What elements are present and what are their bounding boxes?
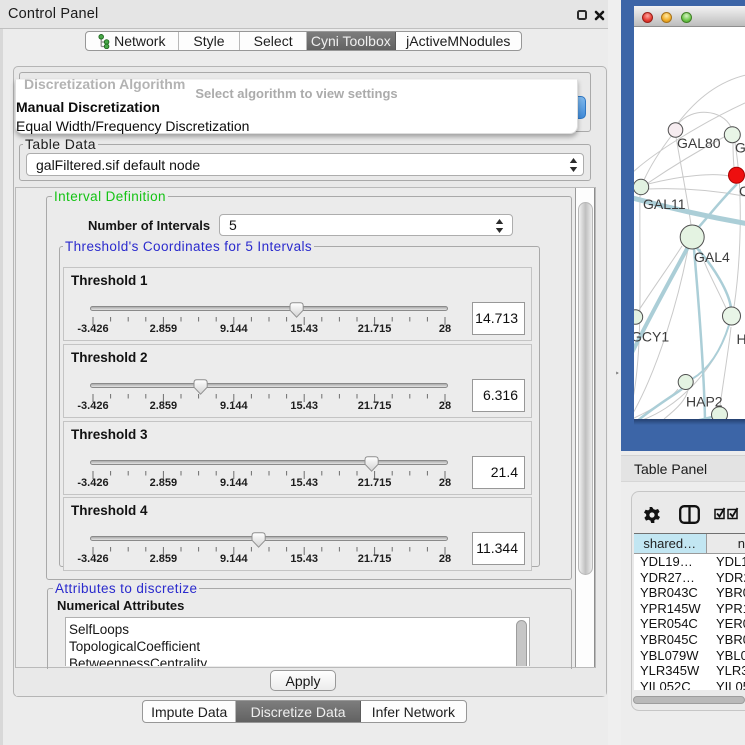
- svg-text:GAL80: GAL80: [677, 135, 721, 151]
- svg-text:G: G: [735, 140, 745, 156]
- svg-text:GAL4: GAL4: [694, 249, 730, 265]
- svg-text:HAP2: HAP2: [686, 394, 723, 410]
- svg-text:GAL11: GAL11: [643, 196, 686, 212]
- svg-text:H: H: [737, 331, 745, 347]
- svg-text:GCY1: GCY1: [634, 329, 669, 345]
- svg-text:C: C: [739, 183, 745, 199]
